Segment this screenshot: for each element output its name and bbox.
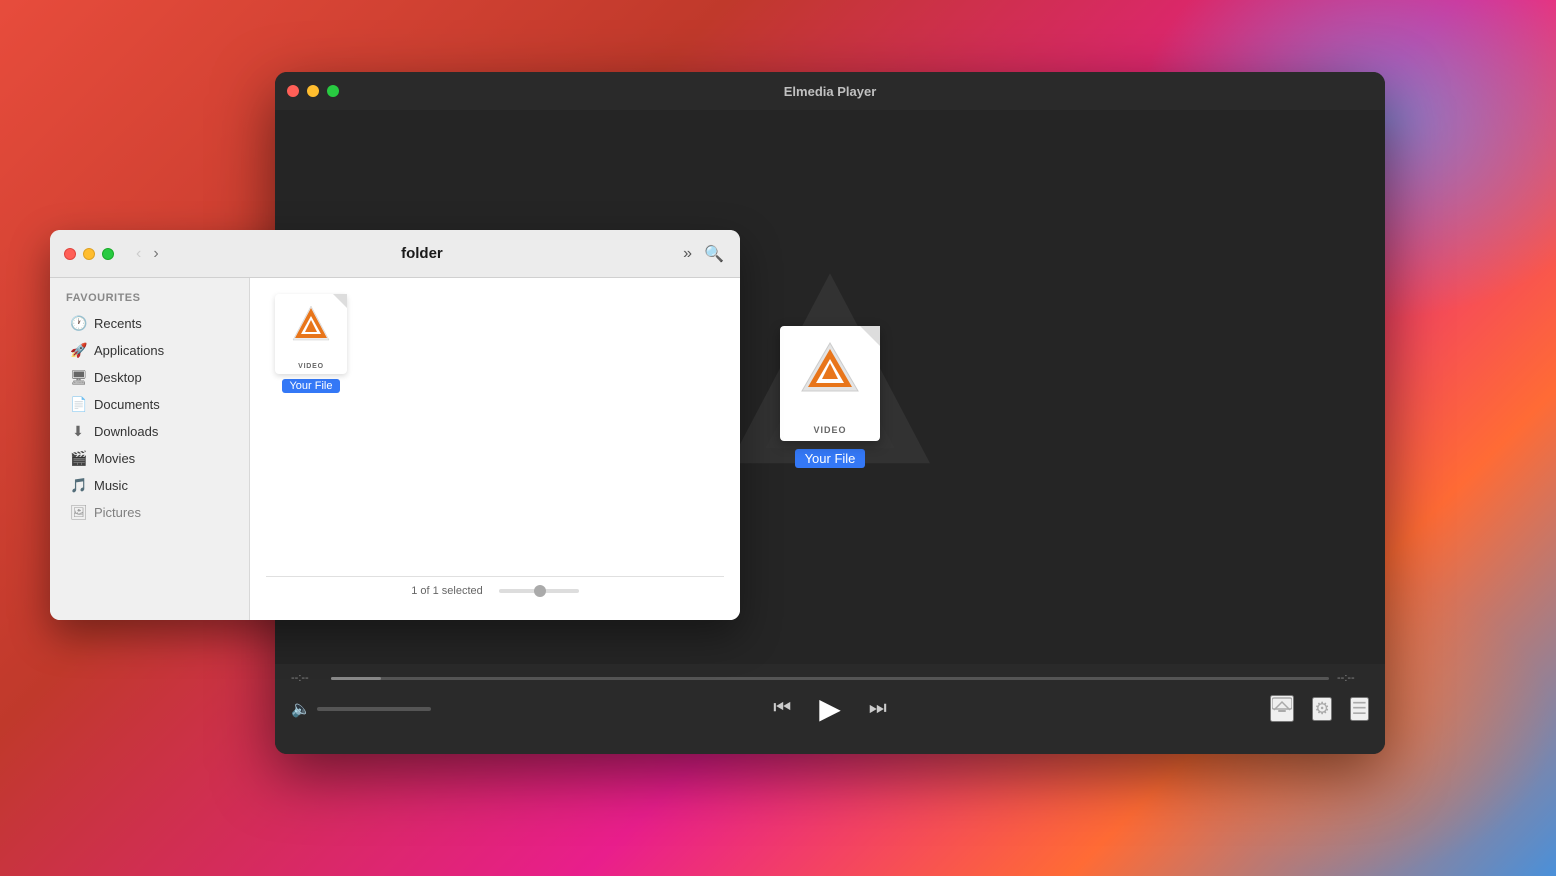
sidebar-item-music[interactable]: 🎵 Music [54, 472, 245, 499]
next-button[interactable]: ⏭ [869, 697, 887, 720]
prev-button[interactable]: ⏮ [773, 697, 791, 720]
playlist-button[interactable]: ☰ [1350, 697, 1369, 721]
player-file-display: VIDEO Your File [770, 326, 890, 468]
desktop-icon: 🖥 [70, 369, 86, 386]
applications-icon: 🚀 [70, 342, 86, 359]
player-controls: --:-- --:-- 🔈 ⏮ ▶ ⏭ [275, 664, 1385, 754]
sidebar-item-recents[interactable]: 🕐 Recents [54, 310, 245, 337]
pictures-icon: 🖼 [70, 504, 86, 521]
slider-thumb [534, 585, 546, 597]
player-minimize-button[interactable] [307, 85, 319, 97]
airplay-icon [1272, 697, 1292, 715]
slider-track[interactable] [499, 589, 579, 593]
sidebar-item-label-downloads: Downloads [94, 424, 158, 439]
player-titlebar: Elmedia Player [275, 72, 1385, 110]
finder-body: Favourites 🕐 Recents 🚀 Applications 🖥 De… [50, 278, 740, 620]
player-file-name-badge: Your File [795, 449, 866, 468]
finder-maximize-button[interactable] [102, 248, 114, 260]
sidebar-item-movies[interactable]: 🎬 Movies [54, 445, 245, 472]
settings-button[interactable]: ⚙ [1312, 697, 1331, 721]
finder-titlebar: ‹ › folder » 🔍 [50, 230, 740, 278]
finder-file-icon: VIDEO [275, 294, 347, 374]
player-file-icon: VIDEO [780, 326, 880, 441]
player-traffic-lights [287, 85, 339, 97]
sidebar-item-desktop[interactable]: 🖥 Desktop [54, 364, 245, 391]
sidebar-item-label-music: Music [94, 478, 128, 493]
movies-icon: 🎬 [70, 450, 86, 467]
size-slider[interactable] [499, 589, 579, 593]
finder-video-label: VIDEO [298, 363, 324, 374]
progress-fill [331, 677, 381, 680]
volume-track[interactable] [317, 707, 431, 711]
finder-forward-button[interactable]: › [149, 243, 162, 265]
finder-back-button[interactable]: ‹ [132, 243, 145, 265]
finder-close-button[interactable] [64, 248, 76, 260]
player-close-button[interactable] [287, 85, 299, 97]
sidebar-item-label-documents: Documents [94, 397, 160, 412]
player-file-logo [800, 341, 860, 396]
finder-file-item[interactable]: VIDEO Your File [266, 294, 356, 393]
sidebar-item-label-pictures: Pictures [94, 505, 141, 520]
finder-files: VIDEO Your File [266, 294, 724, 576]
play-button[interactable]: ▶ [819, 692, 841, 725]
right-controls: ⚙ ☰ [1229, 695, 1369, 722]
controls-row: 🔈 ⏮ ▶ ⏭ ⚙ [291, 688, 1369, 729]
volume-area: 🔈 [291, 699, 431, 719]
recents-icon: 🕐 [70, 315, 86, 332]
sidebar-item-applications[interactable]: 🚀 Applications [54, 337, 245, 364]
volume-icon: 🔈 [291, 699, 311, 719]
downloads-icon: ⬇ [70, 423, 86, 440]
finder-path-title: folder [173, 245, 672, 262]
finder-view-toggle-button[interactable]: » [681, 243, 694, 265]
music-icon: 🎵 [70, 477, 86, 494]
playback-buttons: ⏮ ▶ ⏭ [773, 692, 887, 725]
finder-file-name: Your File [282, 379, 339, 393]
finder-search-button[interactable]: 🔍 [702, 242, 726, 266]
finder-window: ‹ › folder » 🔍 Favourites 🕐 Recents 🚀 Ap… [50, 230, 740, 620]
sidebar-item-label-movies: Movies [94, 451, 135, 466]
player-maximize-button[interactable] [327, 85, 339, 97]
finder-sidebar: Favourites 🕐 Recents 🚀 Applications 🖥 De… [50, 278, 250, 620]
sidebar-item-pictures[interactable]: 🖼 Pictures [54, 499, 245, 526]
finder-main: VIDEO Your File 1 of 1 selected [250, 278, 740, 620]
finder-status-bar: 1 of 1 selected [266, 576, 724, 604]
sidebar-item-documents[interactable]: 📄 Documents [54, 391, 245, 418]
progress-bar-area: --:-- --:-- [291, 664, 1369, 688]
finder-status-text: 1 of 1 selected [411, 585, 483, 597]
player-file-video-label: VIDEO [813, 425, 846, 441]
finder-nav-buttons: ‹ › [132, 243, 163, 265]
finder-traffic-lights [64, 248, 114, 260]
finder-toolbar-right: » 🔍 [681, 242, 726, 266]
finder-minimize-button[interactable] [83, 248, 95, 260]
progress-track[interactable] [331, 677, 1329, 680]
player-title: Elmedia Player [784, 84, 877, 99]
sidebar-item-downloads[interactable]: ⬇ Downloads [54, 418, 245, 445]
airplay-button[interactable] [1270, 695, 1294, 722]
sidebar-item-label-applications: Applications [94, 343, 164, 358]
sidebar-item-label-desktop: Desktop [94, 370, 142, 385]
finder-file-logo [291, 304, 331, 342]
sidebar-item-label-recents: Recents [94, 316, 142, 331]
sidebar-section-title: Favourites [50, 292, 249, 310]
time-start: --:-- [291, 672, 323, 684]
time-end: --:-- [1337, 672, 1369, 684]
documents-icon: 📄 [70, 396, 86, 413]
